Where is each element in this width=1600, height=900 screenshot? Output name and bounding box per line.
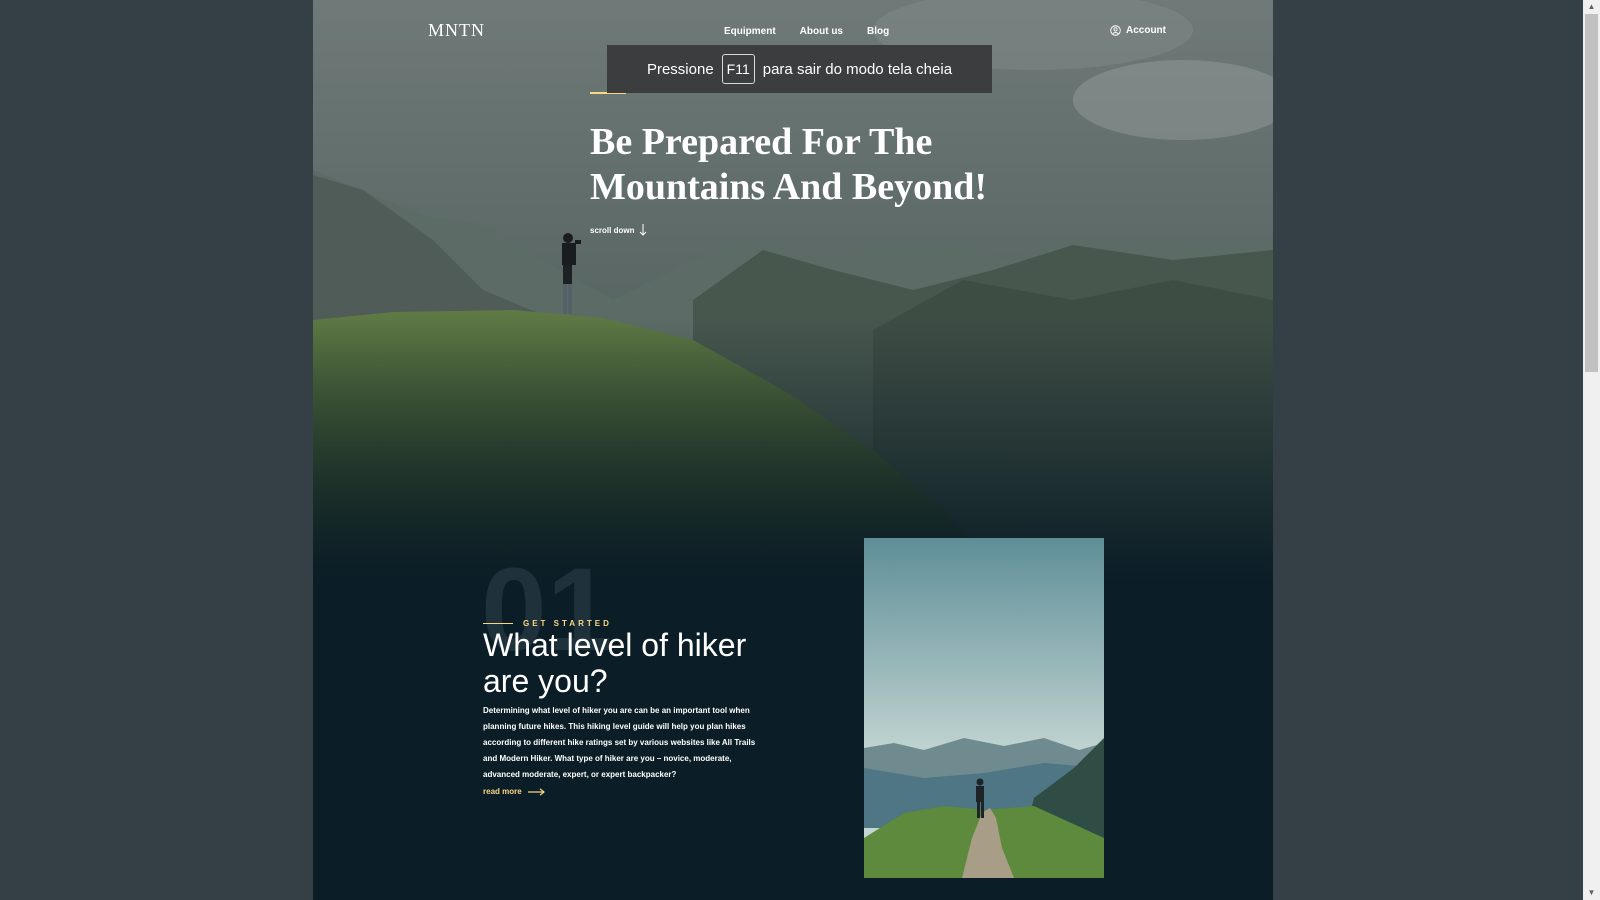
scroll-up-icon[interactable]: ▲ — [1583, 0, 1600, 14]
arrow-right-icon — [527, 787, 545, 796]
main-nav: Equipment About us Blog — [724, 26, 889, 37]
toast-text-after: para sair do modo tela cheia — [762, 60, 953, 78]
section-eyebrow-divider — [483, 623, 513, 624]
hiker-trail-photo — [864, 538, 1104, 878]
account-label: Account — [1126, 25, 1166, 36]
landing-page: MNTN Equipment About us Blog Account A H… — [313, 0, 1273, 900]
nav-link-blog[interactable]: Blog — [867, 26, 889, 37]
toast-key: F11 — [721, 54, 755, 84]
read-more-label: read more — [483, 787, 522, 796]
site-logo[interactable]: MNTN — [428, 20, 485, 41]
user-circle-icon — [1110, 25, 1121, 36]
read-more-link[interactable]: read more — [483, 787, 546, 796]
fullscreen-exit-toast: Pressione F11 para sair do modo tela che… — [607, 45, 992, 93]
scrollbar-thumb[interactable] — [1585, 14, 1598, 372]
scroll-down-label: scroll down — [590, 225, 635, 235]
toast-text-before: Pressione — [646, 60, 714, 78]
account-link[interactable]: Account — [1110, 25, 1166, 36]
vertical-scrollbar[interactable]: ▲ ▼ — [1583, 0, 1600, 900]
hero-title: Be Prepared For The Mountains And Beyond… — [590, 121, 988, 208]
nav-link-equipment[interactable]: Equipment — [724, 26, 776, 37]
section-body: Determining what level of hiker you are … — [483, 706, 756, 779]
scroll-down-link[interactable]: scroll down — [590, 224, 647, 236]
arrow-down-icon — [640, 224, 647, 236]
nav-link-about-us[interactable]: About us — [800, 26, 843, 37]
scroll-down-icon[interactable]: ▼ — [1583, 886, 1600, 900]
section-title: What level of hiker are you? — [483, 627, 747, 699]
